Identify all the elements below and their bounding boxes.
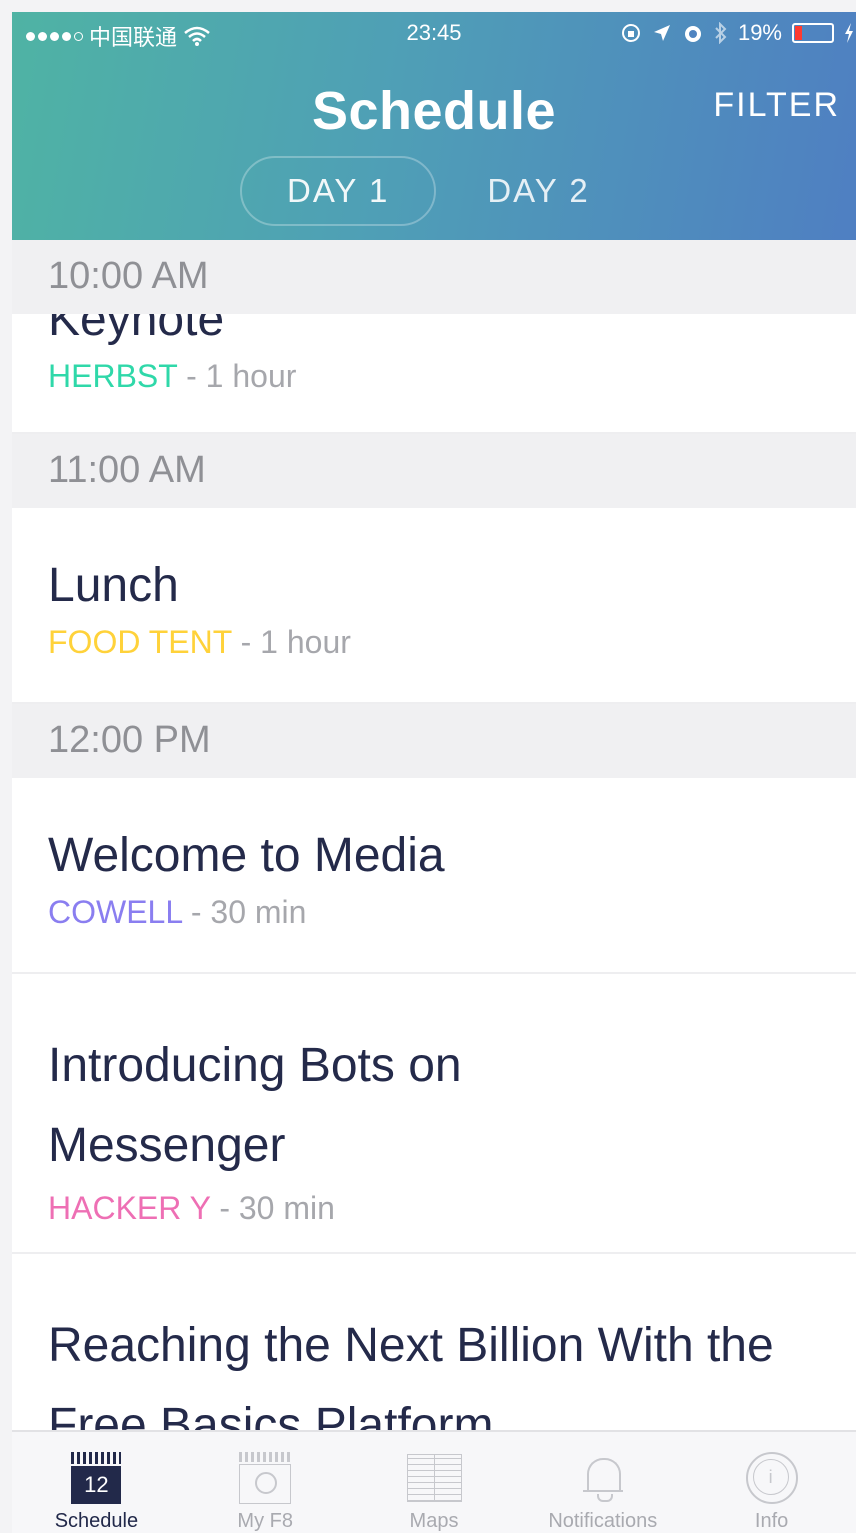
session-duration: - 30 min [210, 1190, 335, 1226]
session-title: Reaching the Next Billion With the Free … [48, 1319, 774, 1430]
tab-label: Info [754, 1510, 789, 1532]
day-tabs: DAY 1 DAY 2 [240, 156, 635, 226]
status-bar: 中国联通 23:45 19% [12, 12, 856, 56]
schedule-list[interactable]: 10:00 AM Keynote HERBST - 1 hour 11:00 A… [12, 240, 856, 1430]
charging-icon [845, 23, 853, 43]
tab-day-2[interactable]: DAY 2 [442, 156, 634, 226]
tab-my-f8[interactable]: My F8 [181, 1432, 350, 1533]
alarm-icon [684, 26, 701, 42]
map-icon [406, 1452, 462, 1504]
session-title: Lunch [48, 559, 179, 612]
location-arrow-icon [653, 25, 670, 41]
tab-label: Maps [409, 1510, 459, 1532]
app-screen: 中国联通 23:45 19% Schedule FILTER DAY 1 DAY… [12, 12, 856, 1533]
session-duration: - 30 min [181, 894, 307, 930]
tab-bar: 12 Schedule My F8 Maps Notifications i I… [12, 1430, 856, 1533]
filter-button[interactable]: FILTER [713, 86, 840, 125]
rotation-lock-icon [621, 24, 640, 42]
session-meta: HACKER Y - 30 min [48, 1186, 856, 1230]
header: 中国联通 23:45 19% Schedule FILTER DAY 1 DAY… [12, 12, 856, 240]
tab-maps[interactable]: Maps [350, 1432, 519, 1533]
session-title: Welcome to Media [48, 829, 445, 882]
tab-label: Schedule [54, 1510, 139, 1532]
battery-percent: 19% [737, 20, 782, 45]
info-icon: i [745, 1452, 798, 1504]
session-meta: COWELL - 30 min [48, 890, 856, 934]
session-location: HACKER Y [48, 1190, 211, 1226]
battery-icon [792, 23, 834, 43]
tab-info[interactable]: i Info [687, 1432, 856, 1533]
section-header: 10:00 AM [12, 240, 856, 314]
tab-day-1[interactable]: DAY 1 [240, 156, 437, 226]
calendar-icon: 12 [71, 1452, 122, 1504]
session-row[interactable]: Introducing Bots on Messenger HACKER Y -… [12, 974, 856, 1254]
session-duration: - 1 hour [231, 624, 351, 660]
session-title: Introducing Bots on Messenger [48, 1039, 462, 1172]
session-row[interactable]: Welcome to Media COWELL - 30 min [12, 778, 856, 974]
battery-fill [795, 26, 803, 40]
session-location: COWELL [48, 894, 182, 930]
session-row[interactable]: Reaching the Next Billion With the Free … [12, 1254, 856, 1430]
session-duration: - 1 hour [177, 358, 297, 394]
session-location: HERBST [48, 358, 178, 394]
section-header: 12:00 PM [12, 704, 856, 778]
session-meta: FOOD TENT - 1 hour [48, 620, 856, 664]
session-row[interactable]: Lunch FOOD TENT - 1 hour [12, 508, 856, 704]
section-header: 11:00 AM [12, 434, 856, 508]
tab-schedule[interactable]: 12 Schedule [12, 1432, 181, 1533]
session-title: Keynote [48, 314, 225, 346]
status-right: 19% [620, 20, 854, 46]
bluetooth-icon [715, 22, 727, 44]
tab-label: My F8 [237, 1510, 293, 1532]
bell-icon [582, 1452, 623, 1504]
session-location: FOOD TENT [48, 624, 232, 660]
my-f8-icon [239, 1452, 292, 1504]
tab-label: Notifications [548, 1510, 658, 1532]
calendar-day: 12 [71, 1466, 122, 1504]
session-meta: HERBST - 1 hour [48, 354, 296, 398]
tab-notifications[interactable]: Notifications [518, 1432, 687, 1533]
session-row[interactable]: Keynote HERBST - 1 hour [12, 314, 856, 434]
